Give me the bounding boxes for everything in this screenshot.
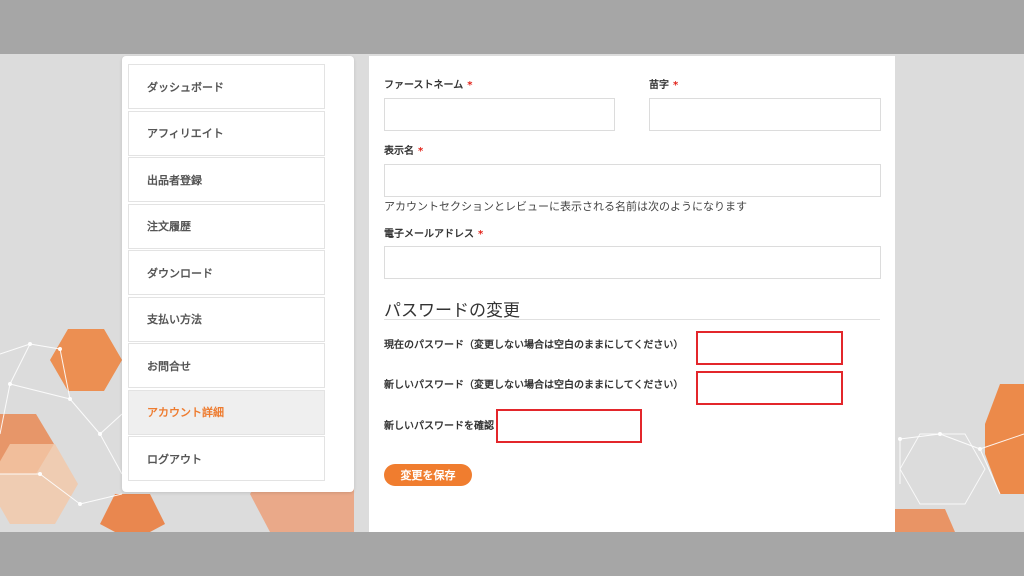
nav-item-contact[interactable]: お問合せ [128, 343, 325, 388]
required-mark: * [467, 80, 473, 91]
save-changes-button[interactable]: 変更を保存 [384, 464, 472, 486]
email-input[interactable] [384, 246, 881, 279]
nav-item-account-details[interactable]: アカウント詳細 [128, 389, 325, 435]
first-name-label: ファーストネーム * [384, 76, 472, 91]
first-name-input[interactable] [384, 98, 615, 131]
nav-item-logout[interactable]: ログアウト [128, 436, 325, 481]
display-name-label: 表示名 * [384, 142, 423, 157]
confirm-password-input[interactable] [496, 409, 642, 443]
nav-item-downloads[interactable]: ダウンロード [128, 250, 325, 295]
account-sidebar: ダッシュボード アフィリエイト 出品者登録 注文履歴 ダウンロード 支払い方法 … [122, 56, 354, 492]
required-mark: * [478, 229, 484, 240]
current-password-input[interactable] [696, 331, 843, 365]
nav-item-affiliate[interactable]: アフィリエイト [128, 110, 325, 156]
display-name-input[interactable] [384, 164, 881, 197]
required-mark: * [418, 146, 424, 157]
nav-item-seller-registration[interactable]: 出品者登録 [128, 157, 325, 202]
last-name-label-text: 苗字 [649, 80, 669, 91]
page-background: ダッシュボード アフィリエイト 出品者登録 注文履歴 ダウンロード 支払い方法 … [0, 54, 1024, 532]
current-password-label: 現在のパスワード（変更しない場合は空白のままにしてください） [384, 340, 684, 351]
nav-item-order-history[interactable]: 注文履歴 [128, 203, 325, 249]
required-mark: * [673, 80, 679, 91]
nav-item-dashboard[interactable]: ダッシュボード [128, 64, 325, 109]
display-name-label-text: 表示名 [384, 146, 414, 157]
confirm-password-label: 新しいパスワードを確認 [384, 421, 494, 432]
account-details-form: ファーストネーム * 苗字 * 表示名 * アカウントセクションとレビューに表示される… [369, 56, 895, 532]
first-name-label-text: ファーストネーム [384, 80, 464, 91]
email-label-text: 電子メールアドレス [384, 229, 474, 240]
email-label: 電子メールアドレス * [384, 225, 483, 240]
last-name-label: 苗字 * [649, 76, 678, 91]
nav-item-payment-methods[interactable]: 支払い方法 [128, 296, 325, 342]
new-password-input[interactable] [696, 371, 843, 405]
new-password-label: 新しいパスワード（変更しない場合は空白のままにしてください） [384, 380, 684, 391]
last-name-input[interactable] [649, 98, 881, 131]
display-name-help-text: アカウントセクションとレビューに表示される名前は次のようになります [384, 200, 747, 213]
password-section-title: パスワードの変更 [384, 301, 520, 321]
section-divider [384, 319, 880, 320]
